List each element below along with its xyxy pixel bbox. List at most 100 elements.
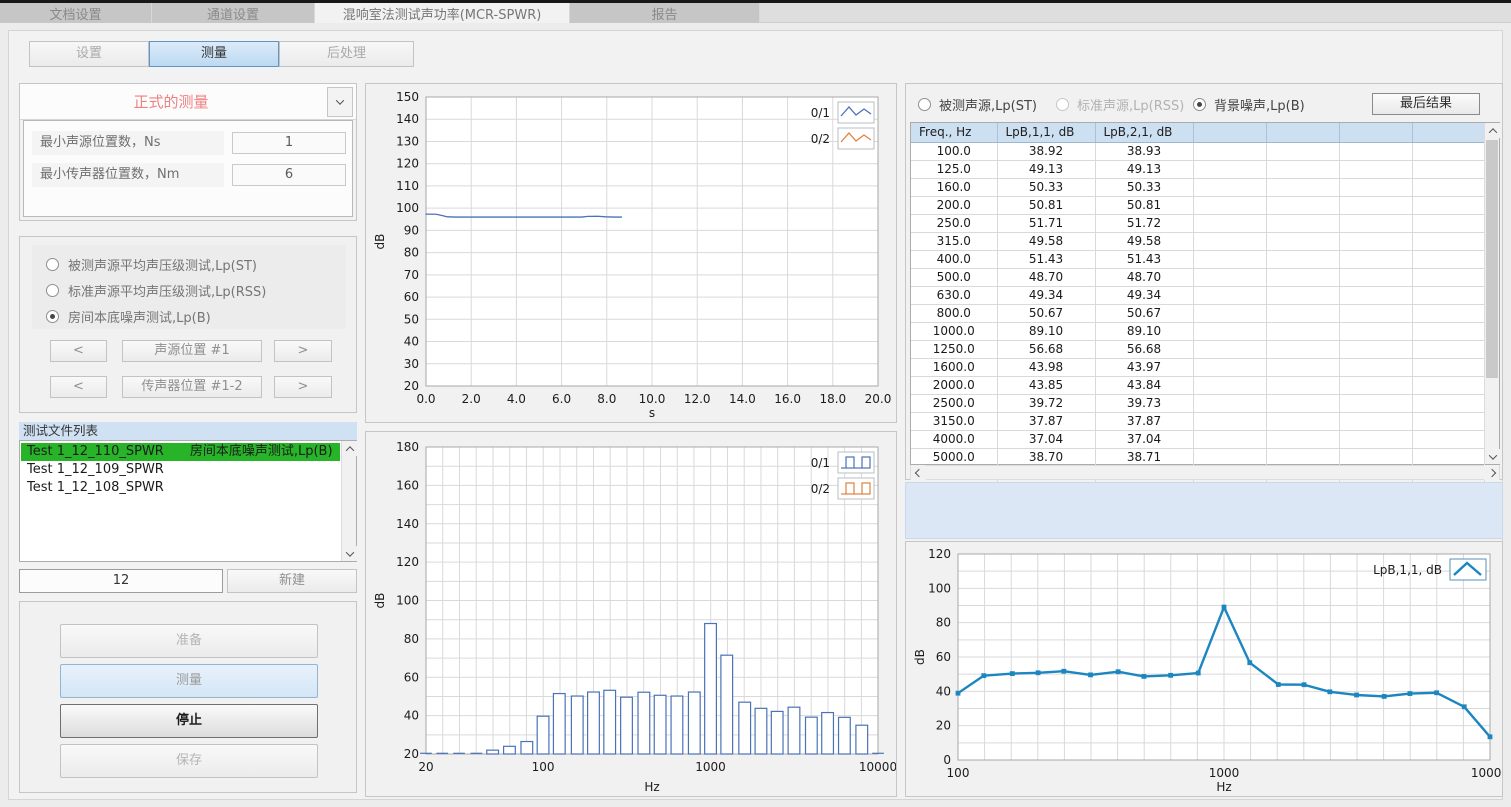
subtab-settings[interactable]: 设置 [29, 41, 149, 67]
table-cell[interactable] [1193, 322, 1266, 340]
table-cell[interactable]: 50.81 [1095, 196, 1193, 214]
table-cell[interactable]: 51.72 [1095, 214, 1193, 232]
table-cell[interactable]: 1250.0 [911, 340, 997, 358]
table-row[interactable]: 1250.056.6856.68 [911, 340, 1484, 358]
table-cell[interactable] [1339, 448, 1412, 466]
table-row[interactable]: 4000.037.0437.04 [911, 430, 1484, 448]
table-cell[interactable] [1266, 178, 1339, 196]
table-cell[interactable]: 3150.0 [911, 412, 997, 430]
column-header[interactable] [1412, 123, 1484, 142]
table-cell[interactable]: 49.34 [997, 286, 1095, 304]
table-cell[interactable] [1412, 304, 1484, 322]
table-cell[interactable]: 800.0 [911, 304, 997, 322]
column-header[interactable] [1193, 123, 1266, 142]
table-cell[interactable] [1412, 412, 1484, 430]
scroll-right-icon[interactable] [1484, 465, 1499, 480]
column-header[interactable] [1339, 123, 1412, 142]
subtab-postprocess[interactable]: 后处理 [279, 41, 414, 67]
table-cell[interactable] [1193, 142, 1266, 160]
table-cell[interactable] [1193, 376, 1266, 394]
table-cell[interactable] [1412, 196, 1484, 214]
subtab-measure[interactable]: 测量 [149, 41, 279, 67]
table-cell[interactable]: 38.70 [997, 448, 1095, 466]
table-row[interactable]: 5000.038.7038.71 [911, 448, 1484, 466]
table-cell[interactable] [1266, 268, 1339, 286]
table-cell[interactable] [1339, 214, 1412, 232]
table-cell[interactable]: 125.0 [911, 160, 997, 178]
source-position-button[interactable]: 声源位置 #1 [122, 340, 262, 362]
table-cell[interactable]: 630.0 [911, 286, 997, 304]
table-cell[interactable] [1266, 232, 1339, 250]
table-cell[interactable]: 50.81 [997, 196, 1095, 214]
table-cell[interactable]: 100.0 [911, 142, 997, 160]
table-cell[interactable] [1193, 304, 1266, 322]
mode-dropdown[interactable]: 正式的测量 [20, 84, 356, 120]
table-cell[interactable]: 49.58 [1095, 232, 1193, 250]
tab-document-settings[interactable]: 文档设置 [0, 3, 152, 23]
table-cell[interactable]: 39.73 [1095, 394, 1193, 412]
table-row[interactable]: 250.051.7151.72 [911, 214, 1484, 232]
table-cell[interactable] [1339, 430, 1412, 448]
scroll-down-icon[interactable] [342, 546, 357, 561]
table-vscrollbar[interactable] [1484, 123, 1499, 464]
mic-prev-button[interactable]: < [50, 376, 107, 398]
table-cell[interactable] [1412, 160, 1484, 178]
table-cell[interactable]: 2000.0 [911, 376, 997, 394]
table-cell[interactable]: 5000.0 [911, 448, 997, 466]
table-cell[interactable]: 50.67 [997, 304, 1095, 322]
table-cell[interactable] [1339, 268, 1412, 286]
table-cell[interactable]: 43.97 [1095, 358, 1193, 376]
table-row[interactable]: 100.038.9238.93 [911, 142, 1484, 160]
table-row[interactable]: 200.050.8150.81 [911, 196, 1484, 214]
table-cell[interactable]: 89.10 [1095, 322, 1193, 340]
table-cell[interactable]: 49.58 [997, 232, 1095, 250]
table-cell[interactable] [1193, 358, 1266, 376]
final-result-button[interactable]: 最后结果 [1372, 93, 1480, 115]
table-cell[interactable] [1412, 250, 1484, 268]
column-header[interactable]: LpB,2,1, dB [1095, 123, 1193, 142]
table-cell[interactable] [1412, 394, 1484, 412]
stop-button[interactable]: 停止 [60, 704, 318, 738]
table-cell[interactable] [1339, 178, 1412, 196]
table-cell[interactable]: 49.34 [1095, 286, 1193, 304]
table-cell[interactable]: 37.04 [1095, 430, 1193, 448]
table-cell[interactable] [1193, 250, 1266, 268]
table-row[interactable]: 1600.043.9843.97 [911, 358, 1484, 376]
save-button[interactable]: 保存 [60, 744, 318, 778]
table-cell[interactable] [1266, 250, 1339, 268]
scroll-down-icon[interactable] [1485, 449, 1500, 464]
file-list-item[interactable]: Test 1_12_109_SPWR [21, 461, 340, 479]
table-cell[interactable]: 89.10 [997, 322, 1095, 340]
table-cell[interactable] [1193, 268, 1266, 286]
column-header[interactable]: LpB,1,1, dB [997, 123, 1095, 142]
table-cell[interactable]: 50.33 [997, 178, 1095, 196]
table-cell[interactable] [1339, 340, 1412, 358]
table-cell[interactable] [1339, 286, 1412, 304]
view-radio-lp-st[interactable]: 被测声源,Lp(ST) [918, 94, 1037, 114]
table-row[interactable]: 630.049.3449.34 [911, 286, 1484, 304]
table-cell[interactable] [1339, 142, 1412, 160]
table-cell[interactable]: 200.0 [911, 196, 997, 214]
table-row[interactable]: 2500.039.7239.73 [911, 394, 1484, 412]
table-cell[interactable] [1193, 196, 1266, 214]
table-row[interactable]: 400.051.4351.43 [911, 250, 1484, 268]
source-prev-button[interactable]: < [50, 340, 107, 362]
table-cell[interactable] [1266, 376, 1339, 394]
table-row[interactable]: 125.049.1349.13 [911, 160, 1484, 178]
table-cell[interactable]: 48.70 [1095, 268, 1193, 286]
table-cell[interactable]: 2500.0 [911, 394, 997, 412]
view-radio-lp-b[interactable]: 背景噪声,Lp(B) [1193, 94, 1305, 114]
file-list-item[interactable]: Test 1_12_110_SPWR房间本底噪声测试,Lp(B) [21, 443, 340, 461]
radio-lp-rss[interactable]: 标准声源平均声压级测试,Lp(RSS) [46, 280, 266, 300]
table-cell[interactable] [1266, 340, 1339, 358]
column-header[interactable]: Freq., Hz [911, 123, 997, 142]
table-cell[interactable] [1412, 430, 1484, 448]
table-cell[interactable] [1266, 322, 1339, 340]
table-cell[interactable] [1339, 322, 1412, 340]
table-cell[interactable] [1339, 394, 1412, 412]
table-cell[interactable] [1339, 232, 1412, 250]
table-cell[interactable] [1412, 268, 1484, 286]
table-cell[interactable] [1266, 394, 1339, 412]
table-cell[interactable]: 37.87 [997, 412, 1095, 430]
table-row[interactable]: 2000.043.8543.84 [911, 376, 1484, 394]
